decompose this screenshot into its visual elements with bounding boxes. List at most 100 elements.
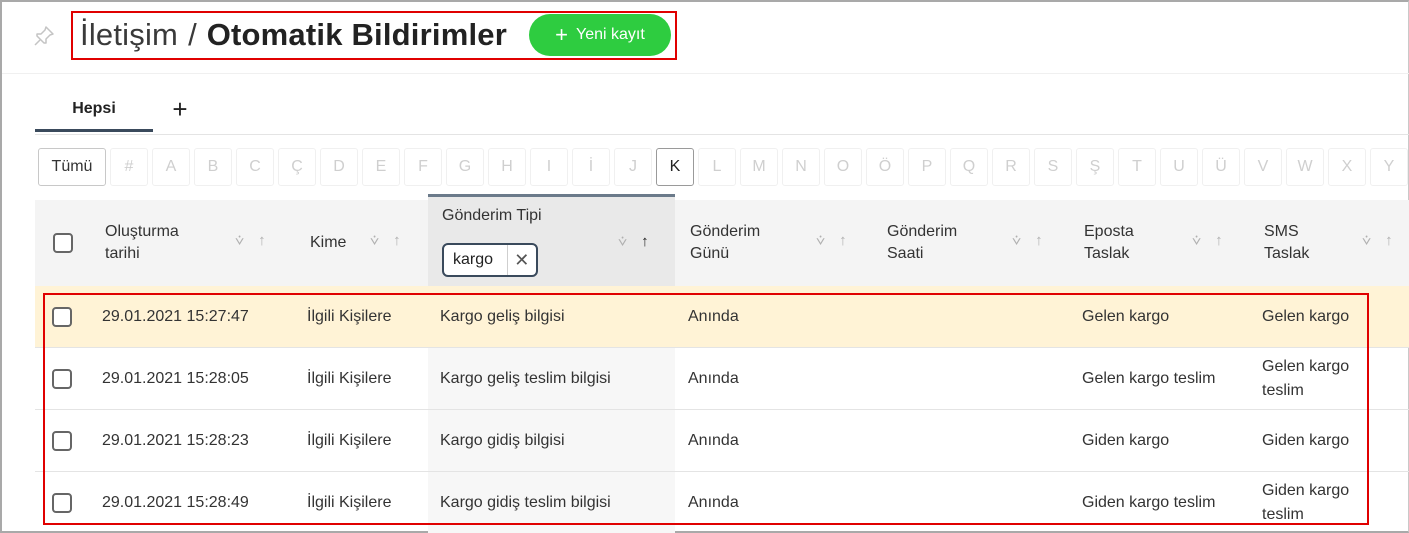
- sort-arrow-up-icon[interactable]: ↑: [1215, 230, 1223, 252]
- column-label-gonderim-gunu: Gönderim Günü: [690, 223, 761, 262]
- letter-filter-item[interactable]: B: [194, 148, 232, 186]
- letter-filter-item[interactable]: E: [362, 148, 400, 186]
- letter-filter-item[interactable]: Q: [950, 148, 988, 186]
- letter-filter-item[interactable]: F: [404, 148, 442, 186]
- letter-filter-item[interactable]: Y: [1370, 148, 1408, 186]
- letter-filter-item[interactable]: U: [1160, 148, 1198, 186]
- cell-tipi: Kargo gidiş bilgisi: [440, 431, 565, 449]
- cell-sms: Giden kargo teslim: [1262, 481, 1350, 523]
- letter-filter-item[interactable]: I: [530, 148, 568, 186]
- filter-icon[interactable]: ⩒: [816, 230, 825, 252]
- letter-filter-item[interactable]: D: [320, 148, 358, 186]
- filter-chip[interactable]: kargo ✕: [442, 243, 538, 277]
- cell-tipi: Kargo geliş bilgisi: [440, 307, 565, 325]
- column-header-olusturma[interactable]: Oluşturma tarihi ⩒ ↑: [105, 200, 305, 286]
- cell-gun: Anında: [688, 431, 739, 449]
- column-header-kime[interactable]: Kime ⩒ ↑: [310, 200, 428, 286]
- letter-filter-item[interactable]: G: [446, 148, 484, 186]
- filter-icon[interactable]: ⩒: [1012, 230, 1021, 252]
- letter-filter-item[interactable]: X: [1328, 148, 1366, 186]
- column-header-gonderim-gunu[interactable]: Gönderim Günü ⩒ ↑: [690, 200, 880, 286]
- add-tab-button[interactable]: +: [168, 96, 192, 124]
- column-label-sms-taslak: SMS Taslak: [1264, 223, 1310, 262]
- letter-filter-item[interactable]: C: [236, 148, 274, 186]
- column-label-kime: Kime: [310, 234, 347, 251]
- sort-arrow-up-icon[interactable]: ↑: [839, 230, 847, 252]
- letter-filter-item[interactable]: V: [1244, 148, 1282, 186]
- letter-filter-bar: Tümü #ABCÇDEFGHIİJKLMNOÖPQRSŞTUÜVWXYZ: [38, 148, 1409, 186]
- letter-filter-item[interactable]: K: [656, 148, 694, 186]
- pin-icon[interactable]: [32, 24, 56, 48]
- cell-olusturma: 29.01.2021 15:28:05: [102, 369, 249, 387]
- table-row[interactable]: 29.01.2021 15:28:23 İlgili Kişilere Kargo …: [35, 410, 1409, 472]
- cell-eposta: Giden kargo teslim: [1082, 493, 1216, 511]
- sort-arrow-up-icon[interactable]: ↑: [1385, 230, 1393, 252]
- sort-arrow-up-icon[interactable]: ↑: [393, 230, 401, 252]
- letter-filter-item[interactable]: J: [614, 148, 652, 186]
- cell-olusturma: 29.01.2021 15:28:23: [102, 431, 249, 449]
- tab-hepsi[interactable]: Hepsi: [35, 92, 153, 132]
- table-row[interactable]: 29.01.2021 15:28:05 İlgili Kişilere Kargo …: [35, 348, 1409, 410]
- breadcrumb-iletisim[interactable]: İletişim: [80, 17, 178, 53]
- letter-filter-item[interactable]: Ö: [866, 148, 904, 186]
- letter-filter-all[interactable]: Tümü: [38, 148, 106, 186]
- column-header-sms-taslak[interactable]: SMS Taslak ⩒ ↑: [1264, 200, 1409, 286]
- new-record-button[interactable]: + Yeni kayıt: [528, 14, 671, 56]
- filter-icon[interactable]: ⩒: [235, 230, 244, 252]
- letter-filter-item[interactable]: Ş: [1076, 148, 1114, 186]
- table-row[interactable]: 29.01.2021 15:27:47 İlgili Kişilere Kargo …: [35, 286, 1409, 348]
- table-row[interactable]: 29.01.2021 15:28:49 İlgili Kişilere Kargo …: [35, 472, 1409, 533]
- header-divider: [2, 73, 1409, 74]
- letter-filter-item[interactable]: S: [1034, 148, 1072, 186]
- filter-icon[interactable]: ⩒: [1192, 230, 1201, 252]
- letter-filter-item[interactable]: İ: [572, 148, 610, 186]
- sort-arrow-up-icon[interactable]: ↑: [258, 230, 266, 252]
- letter-filter-item[interactable]: T: [1118, 148, 1156, 186]
- cell-olusturma: 29.01.2021 15:27:47: [102, 307, 249, 325]
- page-title: Otomatik Bildirimler: [206, 17, 507, 52]
- cell-saat: [885, 286, 1075, 347]
- letter-filter-item[interactable]: P: [908, 148, 946, 186]
- cell-gun: Anında: [688, 369, 739, 387]
- new-record-label: Yeni kayıt: [576, 26, 645, 43]
- select-all-cell: [53, 200, 93, 286]
- letter-filter-item[interactable]: L: [698, 148, 736, 186]
- letter-filter-item[interactable]: Ç: [278, 148, 316, 186]
- table-header: Oluşturma tarihi ⩒ ↑ Kime ⩒ ↑ Gönderim T…: [35, 194, 1409, 286]
- letter-filter-item[interactable]: O: [824, 148, 862, 186]
- filter-icon[interactable]: ⩒: [1362, 230, 1371, 252]
- letter-filter-item[interactable]: M: [740, 148, 778, 186]
- cell-kime: İlgili Kişilere: [307, 369, 392, 387]
- filter-icon[interactable]: ⩒: [618, 231, 627, 253]
- close-icon[interactable]: ✕: [506, 245, 536, 275]
- cell-kime: İlgili Kişilere: [307, 493, 392, 511]
- page-header: İletişim / Otomatik Bildirimler + Yeni k…: [72, 11, 671, 59]
- row-checkbox[interactable]: [52, 306, 72, 327]
- letter-filter-item[interactable]: W: [1286, 148, 1324, 186]
- cell-sms: Giden kargo: [1262, 431, 1350, 449]
- cell-kime: İlgili Kişilere: [307, 307, 392, 325]
- tabs-divider: [35, 134, 1409, 135]
- cell-sms: Gelen kargo teslim: [1262, 357, 1350, 399]
- cell-olusturma: 29.01.2021 15:28:49: [102, 493, 249, 511]
- row-checkbox[interactable]: [52, 430, 72, 451]
- letter-filter-item[interactable]: A: [152, 148, 190, 186]
- filter-icon[interactable]: ⩒: [370, 230, 379, 252]
- letter-filter-item[interactable]: Ü: [1202, 148, 1240, 186]
- row-checkbox[interactable]: [52, 492, 72, 513]
- column-header-eposta-taslak[interactable]: Eposta Taslak ⩒ ↑: [1084, 200, 1264, 286]
- letter-filter-item[interactable]: N: [782, 148, 820, 186]
- row-select-cell: [52, 348, 72, 409]
- letter-filter-item[interactable]: #: [110, 148, 148, 186]
- column-label-eposta-taslak: Eposta Taslak: [1084, 223, 1134, 262]
- column-header-gonderim-tipi[interactable]: Gönderim Tipi kargo ✕ ⩒ ↑: [428, 194, 675, 286]
- sort-arrow-up-icon[interactable]: ↑: [641, 231, 649, 253]
- letter-filter-item[interactable]: H: [488, 148, 526, 186]
- row-checkbox[interactable]: [52, 368, 72, 389]
- column-header-gonderim-saati[interactable]: Gönderim Saati ⩒ ↑: [887, 200, 1077, 286]
- cell-saat: [885, 348, 1075, 409]
- sort-arrow-up-icon[interactable]: ↑: [1035, 230, 1043, 252]
- select-all-checkbox[interactable]: [53, 233, 73, 253]
- cell-tipi: Kargo gidiş teslim bilgisi: [440, 493, 611, 511]
- letter-filter-item[interactable]: R: [992, 148, 1030, 186]
